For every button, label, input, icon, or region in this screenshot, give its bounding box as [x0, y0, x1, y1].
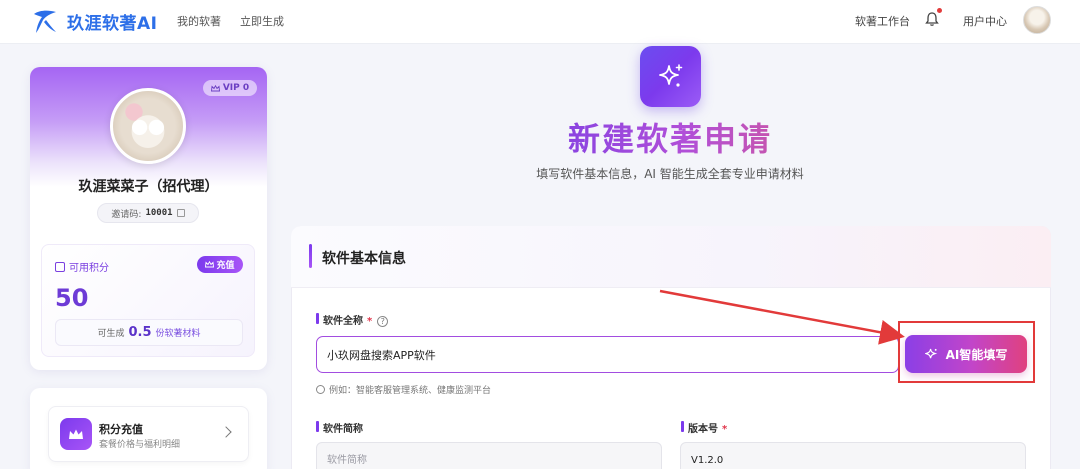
- sparkle-icon: [640, 46, 701, 107]
- points-value: 50: [55, 284, 89, 312]
- short-name-input[interactable]: [316, 442, 662, 469]
- menu-subtitle: 套餐价格与福利明细: [99, 440, 181, 450]
- version-input[interactable]: [680, 442, 1026, 469]
- logo-text[interactable]: 玖涯软著AI: [67, 9, 157, 34]
- crown-icon: [210, 84, 220, 91]
- short-name-label: 软件简称: [316, 420, 363, 435]
- invite-code: 10001: [145, 208, 173, 218]
- menu-title: 积分充值: [99, 423, 143, 436]
- bell-icon[interactable]: [925, 11, 939, 27]
- avatar[interactable]: [1023, 6, 1051, 34]
- short-name-label-text: 软件简称: [323, 424, 363, 435]
- fullname-label-text: 软件全称: [323, 316, 363, 327]
- nav-workspace[interactable]: 软著工作台: [855, 13, 910, 29]
- info-icon: [316, 385, 325, 394]
- crown-icon: [205, 261, 215, 268]
- recharge-label: 充值: [216, 261, 235, 271]
- copy-icon[interactable]: [176, 209, 185, 217]
- section-accent-bar: [309, 244, 312, 268]
- user-name: 玖涯菜菜子（招代理）: [78, 179, 219, 195]
- nav-my-works[interactable]: 我的软著: [177, 13, 221, 29]
- section-title: 软件基本信息: [322, 251, 406, 267]
- logo-icon[interactable]: [30, 6, 60, 36]
- page-title: 新建软著申请: [520, 114, 820, 160]
- top-navbar: 玖涯软著AI 我的软著 立即生成 软著工作台 用户中心: [0, 0, 1080, 44]
- invite-label: 邀请码:: [111, 209, 142, 220]
- gen-prefix: 可生成: [97, 329, 125, 339]
- annotation-highlight-box: [898, 321, 1035, 383]
- recharge-button[interactable]: 充值: [197, 256, 243, 273]
- gen-suffix: 份软著材料: [155, 329, 201, 339]
- nav-user-center[interactable]: 用户中心: [963, 13, 1007, 29]
- page-subtitle: 填写软件基本信息，AI 智能生成全套专业申请材料: [536, 167, 804, 181]
- nav-generate[interactable]: 立即生成: [240, 13, 284, 29]
- points-label-row: 可用积分: [55, 259, 109, 274]
- invite-code-chip[interactable]: 邀请码: 10001: [97, 203, 199, 223]
- version-label-text: 版本号: [688, 424, 718, 435]
- required-mark: *: [367, 316, 373, 327]
- points-label: 可用积分: [69, 263, 109, 274]
- vip-label: VIP 0: [222, 83, 250, 93]
- fullname-input[interactable]: [316, 336, 899, 373]
- crown-icon: [60, 418, 92, 450]
- fullname-label: 软件全称 *?: [316, 312, 389, 327]
- notification-dot: [937, 8, 942, 13]
- gift-icon: [55, 261, 65, 272]
- hint-text: 例如：智能客服管理系统、健康监测平台: [329, 386, 492, 396]
- vip-badge: VIP 0: [203, 80, 257, 96]
- generate-capacity: 可生成 0.5 份软著材料: [55, 319, 243, 346]
- gen-count: 0.5: [128, 325, 152, 340]
- help-icon[interactable]: ?: [377, 316, 389, 327]
- version-label: 版本号 *: [681, 420, 727, 435]
- profile-avatar[interactable]: [110, 88, 186, 164]
- fullname-hint: 例如：智能客服管理系统、健康监测平台: [316, 383, 491, 396]
- required-mark: *: [722, 424, 728, 435]
